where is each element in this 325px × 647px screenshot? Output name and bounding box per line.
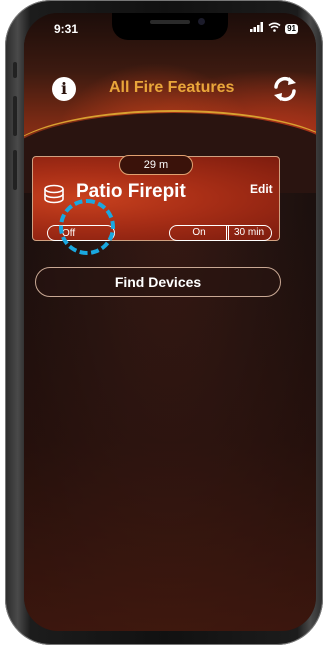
firepit-icon bbox=[43, 183, 65, 205]
find-devices-button[interactable]: Find Devices bbox=[35, 267, 281, 297]
tap-highlight-indicator bbox=[59, 199, 115, 255]
action-button bbox=[13, 62, 17, 78]
phone-frame: 9:31 91 i All Fire Features 29 m Patio F… bbox=[5, 0, 323, 645]
battery-indicator: 91 bbox=[285, 23, 298, 34]
refresh-icon[interactable] bbox=[271, 75, 299, 103]
info-icon[interactable]: i bbox=[52, 77, 76, 101]
edit-button[interactable]: Edit bbox=[250, 182, 273, 196]
camera bbox=[198, 18, 205, 25]
status-time: 9:31 bbox=[54, 22, 79, 36]
app-screen: 9:31 91 i All Fire Features bbox=[24, 13, 316, 631]
speaker bbox=[150, 20, 190, 24]
page-title: All Fire Features bbox=[109, 79, 235, 96]
volume-down-button bbox=[13, 150, 17, 190]
on-button[interactable]: On bbox=[169, 225, 229, 241]
signal-icon bbox=[250, 22, 264, 35]
volume-up-button bbox=[13, 96, 17, 136]
wifi-icon bbox=[268, 22, 281, 35]
status-icons: 91 bbox=[250, 22, 298, 35]
notch bbox=[112, 13, 228, 40]
duration-button[interactable]: 30 min bbox=[226, 225, 272, 241]
timer-badge: 29 m bbox=[119, 155, 193, 175]
